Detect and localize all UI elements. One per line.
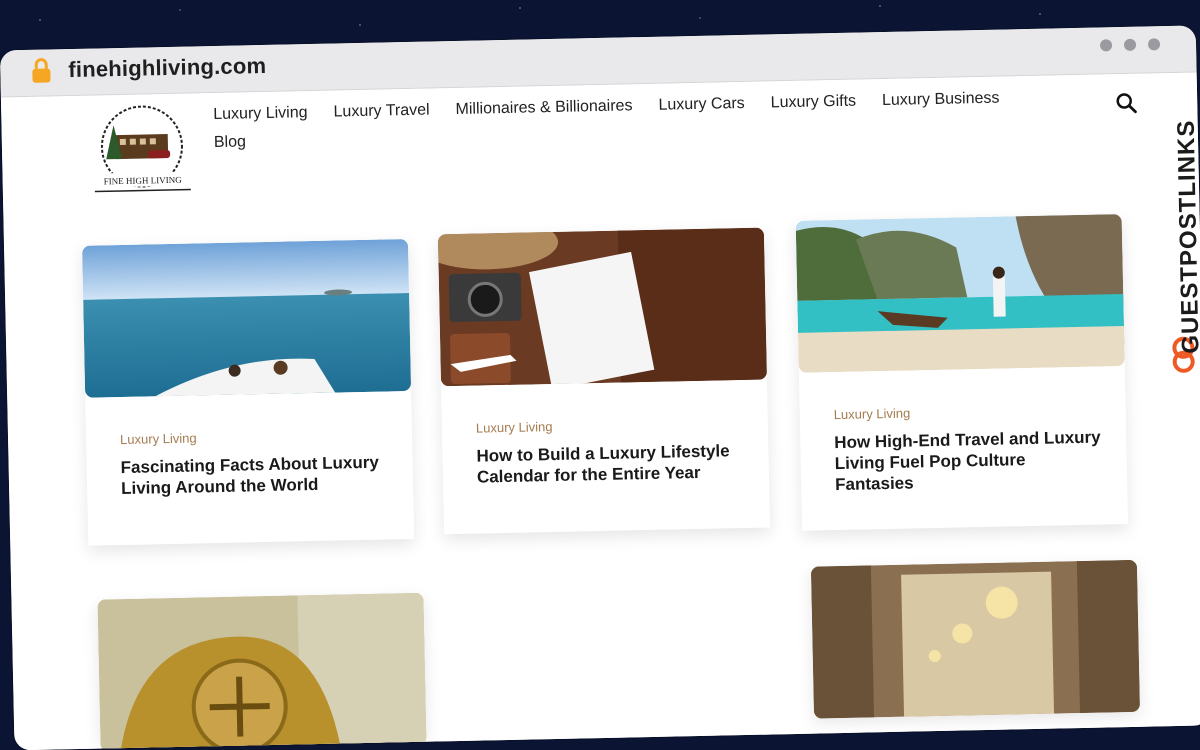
window-dot-icon[interactable]: [1123, 38, 1137, 51]
post-category[interactable]: Luxury Living: [476, 415, 768, 436]
browser-window: finehighliving.com FINE HIGH LIVING Luxu…: [0, 25, 1200, 750]
search-icon[interactable]: [1115, 92, 1137, 114]
nav-luxury-cars[interactable]: Luxury Cars: [658, 94, 745, 116]
logo-text: FINE HIGH LIVING: [104, 175, 183, 187]
post-image-hotel-hall[interactable]: [810, 559, 1141, 719]
post-title[interactable]: Fascinating Facts About Luxury Living Ar…: [120, 451, 389, 499]
lock-icon: [32, 58, 51, 83]
guestpostlinks-text: GUESTPOSTLINKS: [1172, 119, 1200, 354]
post-card[interactable]: [810, 559, 1141, 719]
window-controls: [1099, 38, 1161, 52]
post-title[interactable]: How High-End Travel and Luxury Living Fu…: [834, 427, 1103, 496]
nav-millionaires-billionaires[interactable]: Millionaires & Billionaires: [455, 96, 632, 120]
window-dot-icon[interactable]: [1099, 39, 1113, 52]
nav-luxury-living[interactable]: Luxury Living: [213, 103, 308, 125]
browser-mockup: finehighliving.com FINE HIGH LIVING Luxu…: [0, 0, 1200, 750]
post-title[interactable]: How to Build a Luxury Lifestyle Calendar…: [476, 440, 745, 488]
post-grid: Luxury Living Fascinating Facts About Lu…: [82, 214, 1141, 750]
post-category[interactable]: Luxury Living: [834, 401, 1126, 423]
post-image-cross-ring[interactable]: [97, 592, 427, 750]
nav-luxury-travel[interactable]: Luxury Travel: [333, 101, 429, 123]
post-category[interactable]: Luxury Living: [120, 426, 412, 447]
post-image-beach-cave[interactable]: [795, 214, 1125, 373]
window-dot-icon[interactable]: [1147, 38, 1161, 51]
post-card[interactable]: Luxury Living How to Build a Luxury Life…: [418, 217, 771, 535]
url-text[interactable]: finehighliving.com: [68, 53, 266, 83]
post-card[interactable]: Luxury Living Fascinating Facts About Lu…: [82, 239, 415, 546]
post-card[interactable]: [97, 592, 427, 750]
nav-luxury-gifts[interactable]: Luxury Gifts: [771, 92, 857, 114]
post-image-sea-yacht[interactable]: [82, 239, 412, 398]
website: FINE HIGH LIVING Luxury Living Luxury Tr…: [0, 72, 1200, 750]
guestpostlinks-badge: GUESTPOSTLINKS: [1161, 102, 1200, 403]
post-image-calendar-camera[interactable]: [418, 217, 767, 390]
site-logo[interactable]: FINE HIGH LIVING: [85, 103, 199, 197]
main-navigation: Luxury Living Luxury Travel Millionaires…: [213, 88, 1034, 153]
post-card[interactable]: Luxury Living How High-End Travel and Lu…: [795, 214, 1129, 531]
nav-luxury-business[interactable]: Luxury Business: [882, 89, 1000, 111]
nav-blog[interactable]: Blog: [214, 132, 246, 153]
